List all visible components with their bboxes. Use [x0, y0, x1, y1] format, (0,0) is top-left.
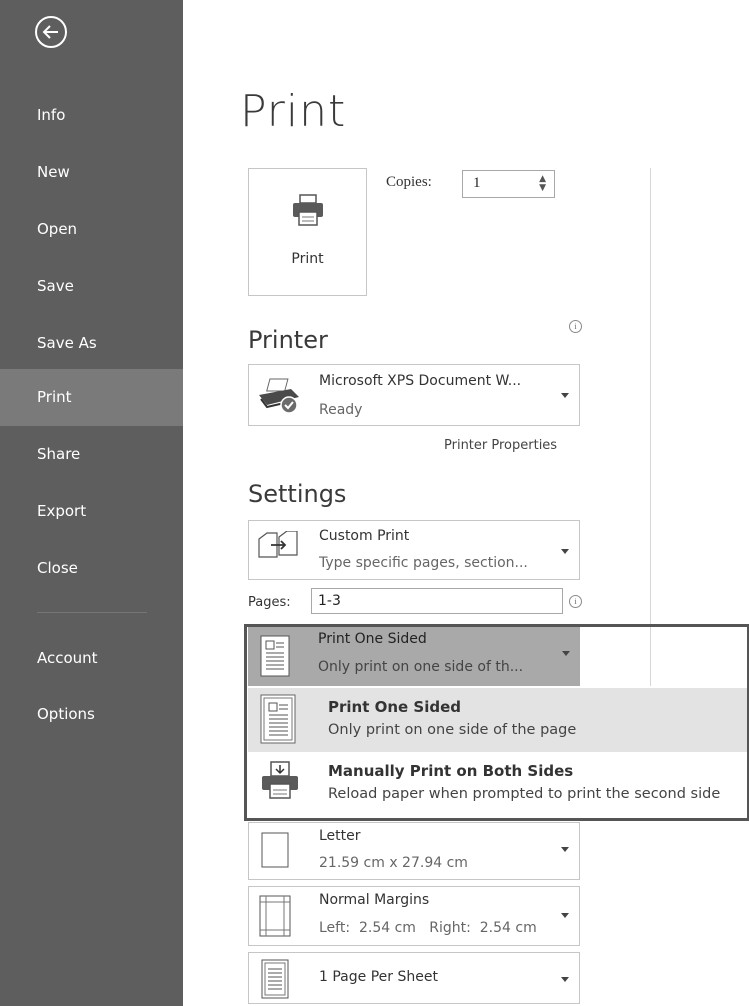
nav-info[interactable]: Info — [0, 87, 183, 144]
nav-save-as[interactable]: Save As — [0, 315, 183, 372]
nav-new[interactable]: New — [0, 144, 183, 201]
margins-icon — [259, 895, 291, 937]
paper-size-subtitle: 21.59 cm x 27.94 cm — [319, 855, 468, 871]
settings-heading: Settings — [248, 480, 347, 508]
paper-size-title: Letter — [319, 828, 361, 844]
pages-per-sheet-dropdown[interactable]: 1 Page Per Sheet — [248, 952, 580, 1004]
pages-input[interactable]: 1-3 — [311, 588, 563, 614]
pages-label: Pages: — [248, 595, 291, 610]
print-range-dropdown[interactable]: Custom Print Type specific pages, sectio… — [248, 520, 580, 580]
nav-divider — [37, 612, 147, 613]
printer-properties-link[interactable]: Printer Properties — [444, 438, 557, 453]
nav-print[interactable]: Print — [0, 369, 183, 426]
nav-account[interactable]: Account — [0, 630, 183, 687]
chevron-down-icon — [561, 549, 569, 554]
nav-export[interactable]: Export — [0, 483, 183, 540]
copies-spinner[interactable]: 1 ▲ ▼ — [462, 170, 555, 198]
copies-label: Copies: — [386, 174, 432, 190]
pages-value: 1-3 — [318, 593, 341, 609]
margins-subtitle: Left: 2.54 cm Right: 2.54 cm — [319, 920, 537, 936]
sided-dropdown-focus-border — [244, 624, 749, 821]
nav-open[interactable]: Open — [0, 201, 183, 258]
copies-value: 1 — [473, 175, 481, 191]
paper-size-dropdown[interactable]: Letter 21.59 cm x 27.94 cm — [248, 822, 580, 880]
backstage-sidebar: Info New Open Save Save As Print Share E… — [0, 0, 183, 1006]
pages-per-sheet-title: 1 Page Per Sheet — [319, 969, 438, 985]
info-icon[interactable]: i — [569, 320, 582, 333]
custom-print-icon — [258, 531, 298, 558]
print-button-label: Print — [291, 251, 324, 267]
page-title: Print — [240, 86, 347, 137]
printer-icon — [293, 194, 323, 226]
chevron-down-icon — [561, 977, 569, 982]
print-button[interactable]: Print — [248, 168, 367, 296]
chevron-down-icon — [561, 393, 569, 398]
print-range-subtitle: Type specific pages, section... — [319, 555, 528, 571]
chevron-down-icon — [561, 847, 569, 852]
chevron-down-icon — [561, 913, 569, 918]
printer-heading: Printer — [248, 326, 328, 354]
printer-dropdown[interactable]: Microsoft XPS Document W... Ready — [248, 364, 580, 426]
back-button[interactable] — [35, 16, 67, 48]
margins-title: Normal Margins — [319, 892, 430, 908]
info-icon[interactable]: i — [569, 595, 582, 608]
print-range-title: Custom Print — [319, 528, 410, 544]
spin-arrows-icon[interactable]: ▲ ▼ — [539, 175, 546, 193]
pages-per-sheet-icon — [261, 959, 289, 999]
printer-status: Ready — [319, 402, 363, 418]
margins-dropdown[interactable]: Normal Margins Left: 2.54 cm Right: 2.54… — [248, 886, 580, 946]
paper-icon — [261, 832, 289, 868]
back-arrow-icon — [42, 25, 58, 39]
nav-close[interactable]: Close — [0, 540, 183, 597]
printer-name: Microsoft XPS Document W... — [319, 373, 522, 389]
nav-options[interactable]: Options — [0, 686, 183, 743]
xps-printer-icon — [259, 378, 299, 414]
nav-share[interactable]: Share — [0, 426, 183, 483]
nav-save[interactable]: Save — [0, 258, 183, 315]
